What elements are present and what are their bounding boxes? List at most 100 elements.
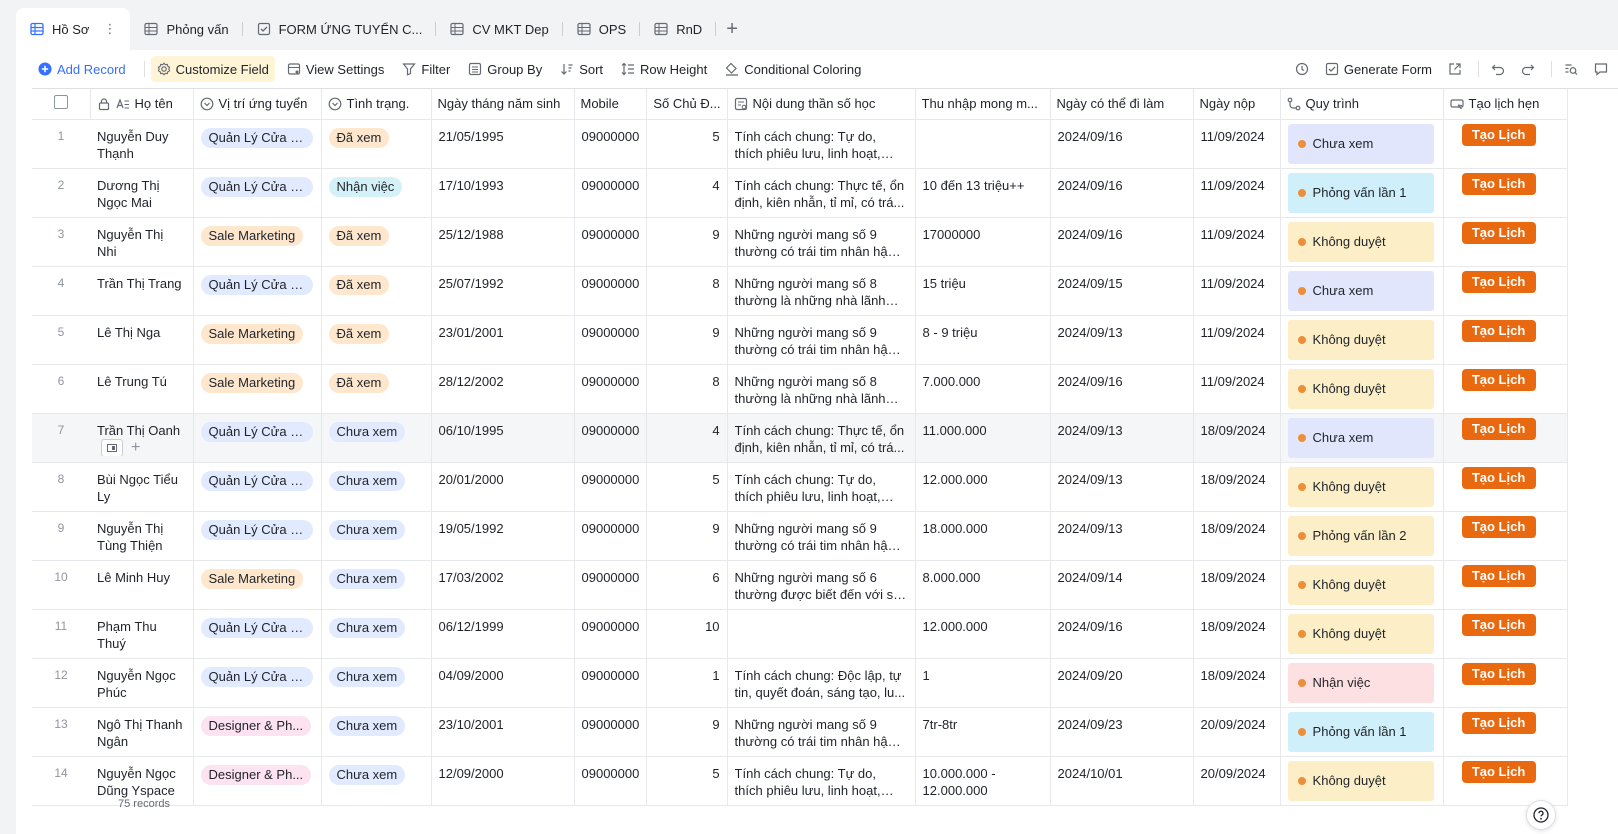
- cell-noi-dung[interactable]: Tính cách chung: Độc lập, tự tin, quyết …: [727, 658, 916, 708]
- cell-noi-dung[interactable]: Tính cách chung: Tự do, thích phiêu lưu,…: [727, 462, 916, 512]
- cell-so-chu-de[interactable]: 8: [646, 364, 728, 414]
- cell-tao-lich-hen[interactable]: Tạo Lịch: [1443, 168, 1568, 218]
- cell-tinh-trang[interactable]: Chưa xem: [321, 707, 432, 757]
- cell-vi-tri[interactable]: Quản Lý Cửa H...: [193, 168, 322, 218]
- cell-quy-trinh[interactable]: Không duyệt: [1280, 609, 1444, 659]
- cell-thu-nhap[interactable]: 15 triệu: [915, 266, 1051, 316]
- cell-thu-nhap[interactable]: 8.000.000: [915, 560, 1051, 610]
- cell-quy-trinh[interactable]: Không duyệt: [1280, 315, 1444, 365]
- cell-ngay-sinh[interactable]: 20/01/2000: [431, 462, 575, 512]
- cell-so-chu-de[interactable]: 4: [646, 413, 728, 463]
- cell-noi-dung[interactable]: Những người mang số 6 thường được biết đ…: [727, 560, 916, 610]
- col-header-ho-ten[interactable]: Họ tên: [90, 89, 194, 120]
- cell-ngay-sinh[interactable]: 23/10/2001: [431, 707, 575, 757]
- cell-mobile[interactable]: 09000000: [574, 315, 648, 365]
- undo-icon[interactable]: [1485, 56, 1511, 82]
- cell-vi-tri[interactable]: Sale Marketing: [193, 315, 322, 365]
- cell-ngay-sinh[interactable]: 21/05/1995: [431, 119, 575, 169]
- col-header-mobile[interactable]: Mobile: [574, 89, 648, 120]
- tao-lich-button[interactable]: Tạo Lịch: [1461, 221, 1536, 244]
- cell-vi-tri[interactable]: Quản Lý Cửa H...: [193, 462, 322, 512]
- cell-ngay-di-lam[interactable]: 2024/09/16: [1050, 609, 1194, 659]
- cell-ngay-di-lam[interactable]: 2024/09/16: [1050, 119, 1194, 169]
- cell-ho-ten[interactable]: Phạm Thu Thuý: [90, 609, 194, 659]
- table-row[interactable]: 2 Dương Thị Ngọc Mai Quản Lý Cửa H... Nhận …: [32, 168, 1568, 218]
- cell-tao-lich-hen[interactable]: Tạo Lịch: [1443, 413, 1568, 463]
- cell-mobile[interactable]: 09000000: [574, 609, 648, 659]
- cell-ngay-nop[interactable]: 11/09/2024: [1193, 217, 1281, 267]
- cell-ngay-di-lam[interactable]: 2024/09/13: [1050, 315, 1194, 365]
- tab-rnd[interactable]: RnD: [640, 8, 717, 50]
- table-row[interactable]: 7 Trần Thị Oanh + Quản Lý Cửa H... Chưa xem 0…: [32, 413, 1568, 463]
- cell-tinh-trang[interactable]: Đã xem: [321, 119, 432, 169]
- cell-noi-dung[interactable]: Tính cách chung: Thực tế, ổn định, kiên …: [727, 413, 916, 463]
- cell-noi-dung[interactable]: Những người mang số 9 thường có trái tim…: [727, 511, 916, 561]
- tao-lich-button[interactable]: Tạo Lịch: [1461, 662, 1536, 685]
- cell-tinh-trang[interactable]: Đã xem: [321, 217, 432, 267]
- cell-quy-trinh[interactable]: Không duyệt: [1280, 217, 1444, 267]
- cell-noi-dung[interactable]: Những người mang số 9 thường có trái tim…: [727, 315, 916, 365]
- cell-ngay-di-lam[interactable]: 2024/09/13: [1050, 462, 1194, 512]
- cell-ngay-sinh[interactable]: 17/03/2002: [431, 560, 575, 610]
- cell-ho-ten[interactable]: Lê Thị Nga: [90, 315, 194, 365]
- cell-ho-ten[interactable]: Dương Thị Ngọc Mai: [90, 168, 194, 218]
- history-icon[interactable]: [1289, 56, 1315, 82]
- cell-tao-lich-hen[interactable]: Tạo Lịch: [1443, 119, 1568, 169]
- cell-so-chu-de[interactable]: 1: [646, 658, 728, 708]
- more-vertical-icon[interactable]: ⋮: [103, 21, 116, 37]
- tab-phong-van[interactable]: Phỏng vấn: [130, 8, 243, 50]
- cell-ngay-di-lam[interactable]: 2024/10/01: [1050, 756, 1194, 806]
- cell-ngay-sinh[interactable]: 25/12/1988: [431, 217, 575, 267]
- cell-ngay-sinh[interactable]: 04/09/2000: [431, 658, 575, 708]
- select-all-checkbox[interactable]: [53, 95, 68, 110]
- table-row[interactable]: 4 Trần Thị Trang Quản Lý Cửa H... Đã xem 25/…: [32, 266, 1568, 316]
- tao-lich-button[interactable]: Tạo Lịch: [1461, 613, 1536, 636]
- cell-ngay-di-lam[interactable]: 2024/09/13: [1050, 413, 1194, 463]
- cell-noi-dung[interactable]: Những người mang số 8 thường là những nh…: [727, 364, 916, 414]
- cell-thu-nhap[interactable]: 7tr-8tr: [915, 707, 1051, 757]
- cell-mobile[interactable]: 09000000: [574, 756, 648, 806]
- cell-so-chu-de[interactable]: 10: [646, 609, 728, 659]
- add-table-plus-icon[interactable]: +: [716, 8, 748, 50]
- table-row[interactable]: 5 Lê Thị Nga Sale Marketing Đã xem 23/01/200…: [32, 315, 1568, 365]
- cell-noi-dung[interactable]: Tính cách chung: Tự do, thích phiêu lưu,…: [727, 756, 916, 806]
- cell-tinh-trang[interactable]: Chưa xem: [321, 560, 432, 610]
- cell-ho-ten[interactable]: Lê Trung Tú: [90, 364, 194, 414]
- sort-button[interactable]: Sort: [554, 56, 609, 82]
- cell-vi-tri[interactable]: Sale Marketing: [193, 217, 322, 267]
- cell-tao-lich-hen[interactable]: Tạo Lịch: [1443, 511, 1568, 561]
- tao-lich-button[interactable]: Tạo Lịch: [1461, 417, 1536, 440]
- cell-so-chu-de[interactable]: 9: [646, 217, 728, 267]
- cell-noi-dung[interactable]: Những người mang số 9 thường có trái tim…: [727, 217, 916, 267]
- cell-ngay-nop[interactable]: 18/09/2024: [1193, 658, 1281, 708]
- cell-ngay-nop[interactable]: 11/09/2024: [1193, 119, 1281, 169]
- cell-so-chu-de[interactable]: 5: [646, 462, 728, 512]
- cell-quy-trinh[interactable]: Nhận việc: [1280, 658, 1444, 708]
- table-row[interactable]: 11 Phạm Thu Thuý Quản Lý Cửa H... Chưa xem 0…: [32, 609, 1568, 659]
- tao-lich-button[interactable]: Tạo Lịch: [1461, 564, 1536, 587]
- cell-thu-nhap[interactable]: 10 đến 13 triệu++: [915, 168, 1051, 218]
- cell-vi-tri[interactable]: Designer & Ph...: [193, 756, 322, 806]
- cell-thu-nhap[interactable]: 18.000.000: [915, 511, 1051, 561]
- cell-tao-lich-hen[interactable]: Tạo Lịch: [1443, 217, 1568, 267]
- cell-quy-trinh[interactable]: Phỏng vấn lần 2: [1280, 511, 1444, 561]
- cell-tinh-trang[interactable]: Nhận việc: [321, 168, 432, 218]
- cell-noi-dung[interactable]: Tính cách chung: Thực tế, ổn định, kiên …: [727, 168, 916, 218]
- cell-thu-nhap[interactable]: [915, 119, 1051, 169]
- cell-mobile[interactable]: 09000000: [574, 707, 648, 757]
- cell-vi-tri[interactable]: Quản Lý Cửa H...: [193, 658, 322, 708]
- cell-mobile[interactable]: 09000000: [574, 217, 648, 267]
- cell-vi-tri[interactable]: Quản Lý Cửa H...: [193, 413, 322, 463]
- cell-so-chu-de[interactable]: 5: [646, 756, 728, 806]
- cell-ngay-sinh[interactable]: 25/07/1992: [431, 266, 575, 316]
- cell-quy-trinh[interactable]: Không duyệt: [1280, 462, 1444, 512]
- cell-mobile[interactable]: 09000000: [574, 119, 648, 169]
- cell-tao-lich-hen[interactable]: Tạo Lịch: [1443, 364, 1568, 414]
- group-by-button[interactable]: Group By: [462, 56, 548, 82]
- cell-tinh-trang[interactable]: Đã xem: [321, 266, 432, 316]
- cell-ngay-sinh[interactable]: 19/05/1992: [431, 511, 575, 561]
- view-settings-button[interactable]: View Settings: [281, 56, 391, 82]
- cell-quy-trinh[interactable]: Chưa xem: [1280, 413, 1444, 463]
- cell-ngay-nop[interactable]: 11/09/2024: [1193, 315, 1281, 365]
- col-header-so-chu-de[interactable]: Số Chủ Đ...: [646, 89, 728, 120]
